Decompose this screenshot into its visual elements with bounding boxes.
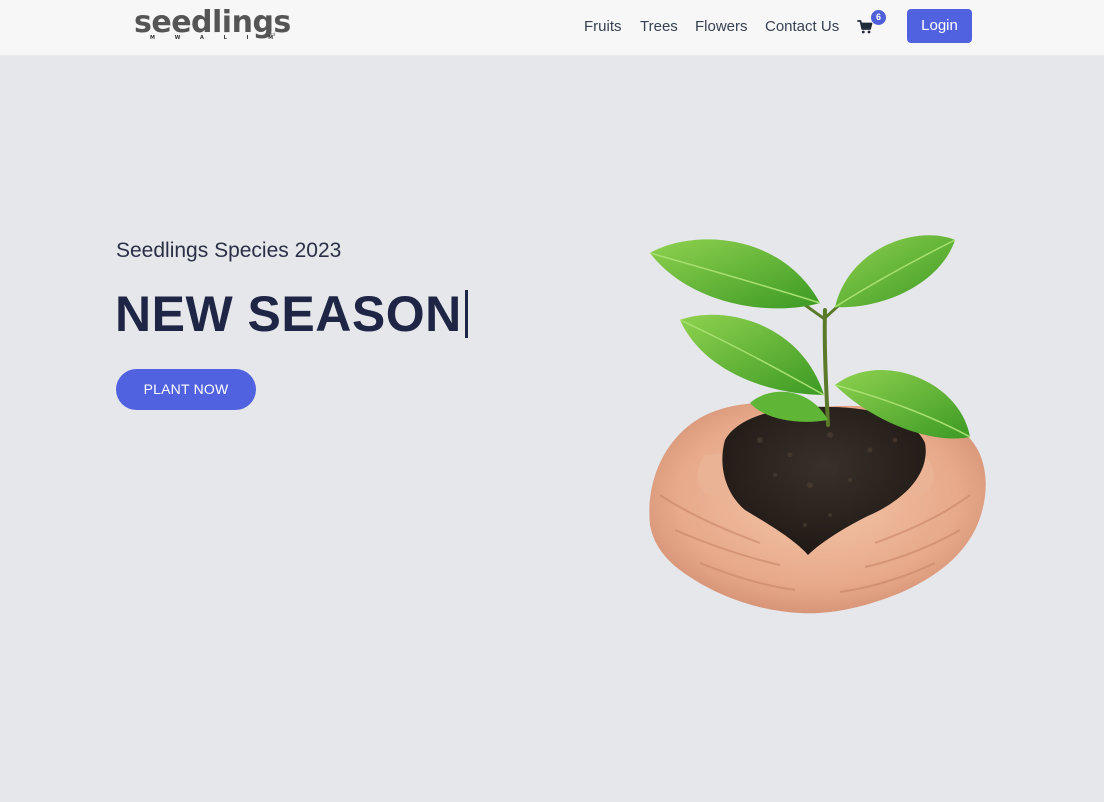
hero-title: NEW SEASON <box>115 283 468 345</box>
hero-image-seedling-in-hands <box>630 225 1000 625</box>
logo-tagline: M W A L I M <box>150 35 283 41</box>
plant-now-button[interactable]: PLANT NOW <box>116 369 256 410</box>
typing-caret <box>464 290 468 338</box>
cart-count-badge: 6 <box>871 10 886 25</box>
seedlings-logo[interactable]: seedlings M W A L I M ltd <box>134 5 294 46</box>
logo-trademark: ltd <box>270 32 276 37</box>
login-button[interactable]: Login <box>907 9 972 43</box>
nav-link-contact-us[interactable]: Contact Us <box>765 18 839 36</box>
hero-title-text: NEW SEASON <box>115 286 462 342</box>
nav-link-fruits[interactable]: Fruits <box>584 18 622 36</box>
nav-link-flowers[interactable]: Flowers <box>695 18 748 36</box>
top-navbar: seedlings M W A L I M ltd Fruits Trees F… <box>0 0 1104 56</box>
hero-subtitle: Seedlings Species 2023 <box>116 239 342 262</box>
cart-icon[interactable] <box>857 19 873 35</box>
nav-link-trees[interactable]: Trees <box>640 18 678 36</box>
